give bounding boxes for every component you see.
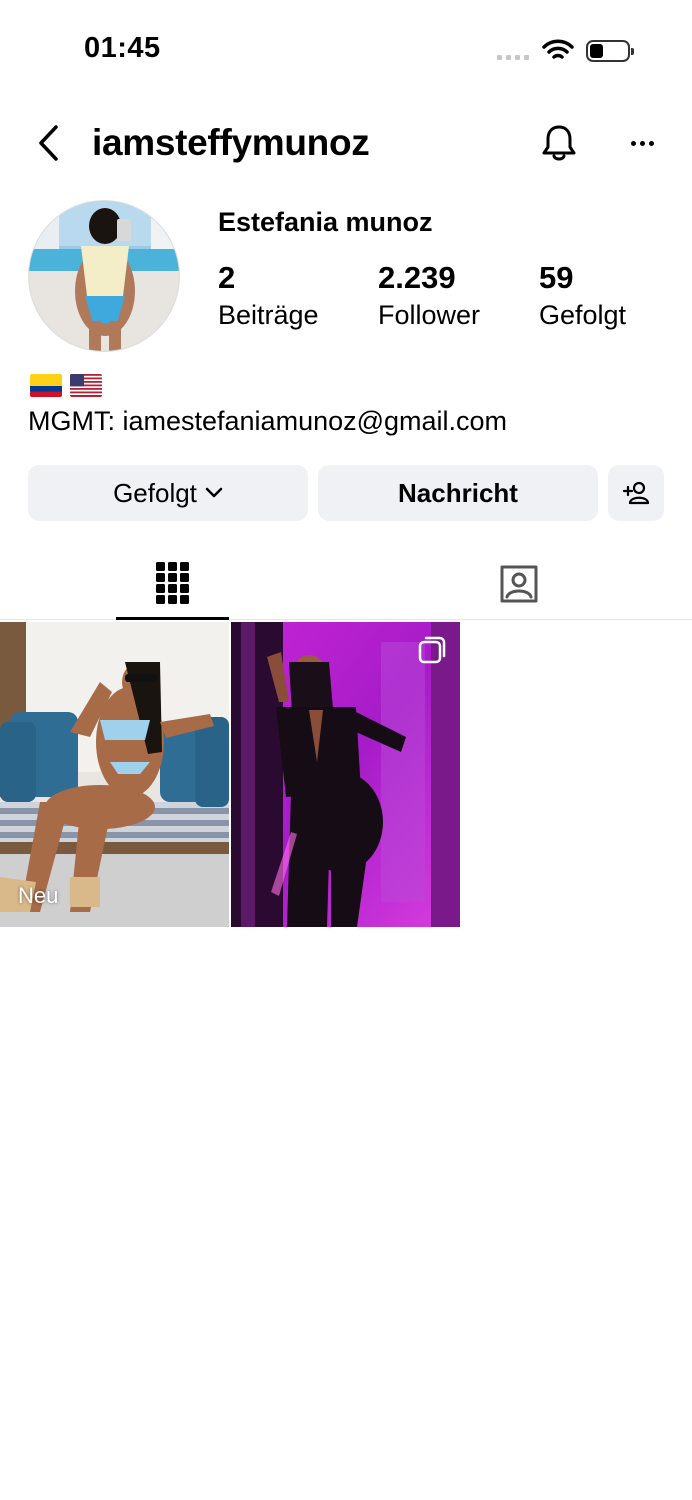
- display-name: Estefania munoz: [218, 207, 433, 237]
- usa-flag-icon: [70, 374, 102, 397]
- followers-stat[interactable]: 2.239 Follower: [378, 260, 480, 331]
- message-button[interactable]: Nachricht: [318, 465, 598, 521]
- bell-icon: [542, 125, 576, 161]
- add-person-icon: [622, 481, 650, 505]
- tab-posts-grid[interactable]: [116, 548, 229, 620]
- notifications-button[interactable]: [538, 122, 580, 164]
- wifi-icon: [542, 39, 574, 59]
- more-dot: [630, 140, 636, 146]
- bio-flags: [30, 374, 102, 397]
- following-label: Gefolgt: [539, 300, 627, 330]
- following-count: 59: [539, 260, 574, 295]
- tagged-person-icon: [500, 565, 537, 603]
- profile-username: iamsteffymunoz: [92, 122, 370, 163]
- followers-count: 2.239: [378, 260, 456, 295]
- cellular-signal-icon: [497, 55, 529, 60]
- more-dot: [648, 140, 654, 146]
- post-thumbnail[interactable]: Neu: [0, 622, 229, 927]
- following-button[interactable]: Gefolgt: [28, 465, 308, 521]
- avatar[interactable]: [28, 200, 180, 352]
- posts-stat[interactable]: 2 Beiträge: [218, 260, 319, 331]
- grid-icon: [155, 561, 189, 604]
- post-image: [231, 622, 460, 927]
- posts-count: 2: [218, 260, 236, 295]
- tab-tagged[interactable]: [462, 548, 575, 620]
- back-button[interactable]: [28, 122, 68, 164]
- chevron-down-icon: [205, 487, 223, 498]
- message-button-label: Nachricht: [398, 477, 518, 508]
- status-time: 01:45: [84, 32, 161, 64]
- more-options-button[interactable]: [620, 122, 664, 164]
- post-thumbnail[interactable]: [231, 622, 460, 927]
- followers-label: Follower: [378, 300, 481, 330]
- suggested-users-button[interactable]: [608, 465, 664, 521]
- following-stat[interactable]: 59 Gefolgt: [539, 260, 626, 331]
- status-bar: 01:45: [0, 0, 692, 100]
- following-button-label: Gefolgt: [113, 477, 197, 508]
- post-image: [0, 622, 229, 927]
- posts-grid: Neu: [0, 622, 692, 927]
- posts-label: Beiträge: [218, 300, 319, 330]
- chevron-left-icon: [39, 125, 58, 161]
- profile-tabs: [0, 548, 692, 620]
- colombia-flag-icon: [30, 374, 62, 397]
- bio-text: MGMT: iamestefaniamunoz@gmail.com: [28, 406, 508, 436]
- profile-header: iamsteffymunoz: [0, 110, 692, 176]
- multiple-photos-icon: [418, 636, 446, 664]
- more-dot: [639, 140, 645, 146]
- post-new-badge: Neu: [18, 883, 59, 908]
- battery-icon: [586, 40, 634, 62]
- avatar-image: [29, 201, 179, 351]
